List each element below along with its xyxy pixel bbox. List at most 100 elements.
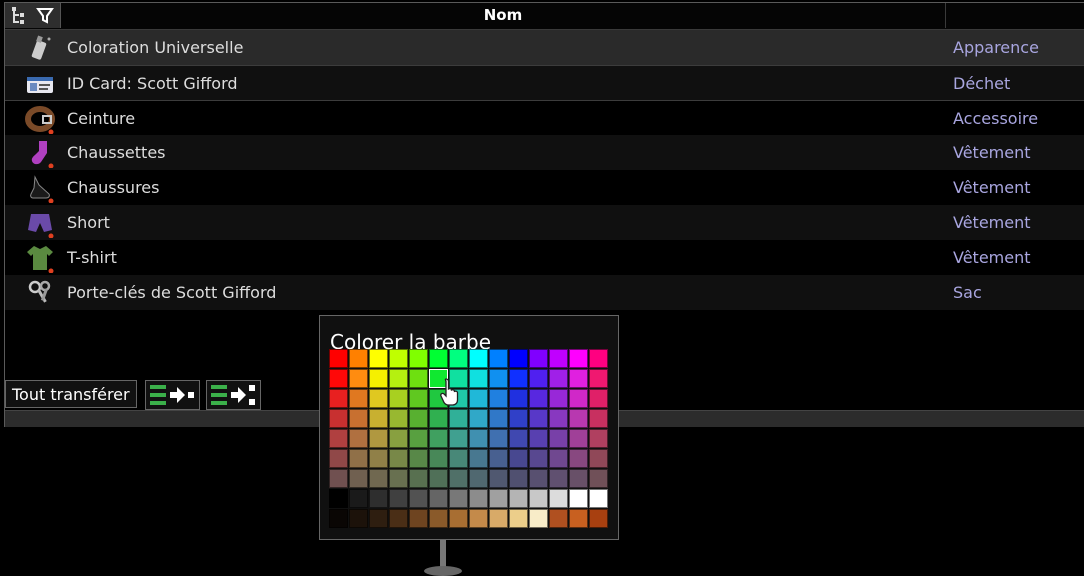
color-swatch[interactable] [469, 469, 488, 488]
color-swatch[interactable] [569, 429, 588, 448]
color-swatch[interactable] [349, 389, 368, 408]
color-swatch[interactable] [429, 509, 448, 528]
color-swatch[interactable] [389, 489, 408, 508]
color-swatch[interactable] [489, 449, 508, 468]
color-swatch[interactable] [589, 489, 608, 508]
color-swatch[interactable] [489, 469, 508, 488]
tree-icon[interactable] [10, 6, 30, 30]
color-swatch[interactable] [469, 369, 488, 388]
color-swatch[interactable] [329, 409, 348, 428]
list-item[interactable]: Short Vêtement [5, 205, 1084, 240]
color-swatch[interactable] [349, 429, 368, 448]
color-swatch[interactable] [429, 469, 448, 488]
color-swatch[interactable] [449, 429, 468, 448]
list-item[interactable]: Ceinture Accessoire [5, 100, 1084, 136]
color-swatch[interactable] [469, 409, 488, 428]
color-swatch[interactable] [529, 349, 548, 368]
color-swatch[interactable] [489, 509, 508, 528]
color-swatch[interactable] [549, 369, 568, 388]
color-swatch[interactable] [569, 489, 588, 508]
color-swatch[interactable] [409, 469, 428, 488]
name-column-header[interactable]: Nom [61, 3, 946, 28]
color-swatch[interactable] [329, 349, 348, 368]
color-swatch[interactable] [389, 409, 408, 428]
color-swatch[interactable] [549, 429, 568, 448]
color-swatch[interactable] [389, 469, 408, 488]
color-swatch[interactable] [589, 389, 608, 408]
color-swatch[interactable] [489, 429, 508, 448]
color-swatch[interactable] [349, 349, 368, 368]
color-swatch[interactable] [569, 389, 588, 408]
color-swatch[interactable] [549, 509, 568, 528]
color-swatch[interactable] [449, 509, 468, 528]
color-swatch[interactable] [469, 449, 488, 468]
filter-icon[interactable] [35, 6, 55, 30]
color-swatch[interactable] [369, 409, 388, 428]
color-swatch[interactable] [529, 369, 548, 388]
color-swatch[interactable] [509, 509, 528, 528]
color-swatch[interactable] [509, 409, 528, 428]
color-swatch[interactable] [389, 369, 408, 388]
color-swatch[interactable] [489, 369, 508, 388]
color-swatch[interactable] [409, 409, 428, 428]
color-swatch[interactable] [509, 449, 528, 468]
color-swatch[interactable] [489, 389, 508, 408]
color-swatch[interactable] [529, 409, 548, 428]
color-swatch[interactable] [469, 389, 488, 408]
color-swatch[interactable] [349, 489, 368, 508]
color-swatch[interactable] [369, 449, 388, 468]
list-item[interactable]: T-shirt Vêtement [5, 240, 1084, 275]
color-swatch[interactable] [329, 369, 348, 388]
list-item[interactable]: Coloration Universelle Apparence [5, 30, 1084, 65]
color-swatch[interactable] [469, 509, 488, 528]
color-swatch[interactable] [549, 409, 568, 428]
color-swatch[interactable] [409, 489, 428, 508]
color-swatch[interactable] [549, 389, 568, 408]
color-swatch[interactable] [449, 349, 468, 368]
color-swatch[interactable] [389, 509, 408, 528]
color-swatch[interactable] [529, 509, 548, 528]
color-swatch[interactable] [429, 409, 448, 428]
color-swatch[interactable] [409, 389, 428, 408]
color-swatch[interactable] [349, 469, 368, 488]
color-swatch[interactable] [349, 509, 368, 528]
color-swatch[interactable] [429, 449, 448, 468]
color-swatch[interactable] [569, 449, 588, 468]
color-swatch[interactable] [409, 429, 428, 448]
color-swatch[interactable] [509, 349, 528, 368]
color-swatch[interactable] [549, 449, 568, 468]
color-swatch[interactable] [389, 349, 408, 368]
color-swatch[interactable] [329, 509, 348, 528]
color-swatch[interactable] [529, 389, 548, 408]
color-swatch[interactable] [329, 389, 348, 408]
color-swatch[interactable] [589, 409, 608, 428]
transfer-one-button[interactable] [145, 380, 200, 410]
color-swatch[interactable] [509, 429, 528, 448]
color-swatch[interactable] [549, 489, 568, 508]
color-swatch[interactable] [549, 349, 568, 368]
color-swatch[interactable] [509, 389, 528, 408]
color-swatch[interactable] [389, 429, 408, 448]
color-swatch[interactable] [409, 369, 428, 388]
color-swatch[interactable] [589, 469, 608, 488]
color-swatch[interactable] [449, 449, 468, 468]
color-swatch[interactable] [509, 489, 528, 508]
color-swatch[interactable] [509, 469, 528, 488]
color-swatch[interactable] [529, 429, 548, 448]
color-swatch[interactable] [449, 489, 468, 508]
color-swatch[interactable] [569, 409, 588, 428]
color-swatch[interactable] [369, 469, 388, 488]
color-swatch[interactable] [449, 409, 468, 428]
color-swatch[interactable] [509, 369, 528, 388]
color-swatch[interactable] [469, 349, 488, 368]
color-swatch[interactable] [449, 469, 468, 488]
color-swatch[interactable] [469, 489, 488, 508]
color-swatch[interactable] [589, 429, 608, 448]
list-item[interactable]: Chaussettes Vêtement [5, 135, 1084, 170]
color-swatch[interactable] [429, 489, 448, 508]
color-swatch[interactable] [569, 369, 588, 388]
color-swatch[interactable] [389, 449, 408, 468]
color-swatch[interactable] [329, 449, 348, 468]
color-swatch[interactable] [369, 369, 388, 388]
color-swatch[interactable] [489, 489, 508, 508]
